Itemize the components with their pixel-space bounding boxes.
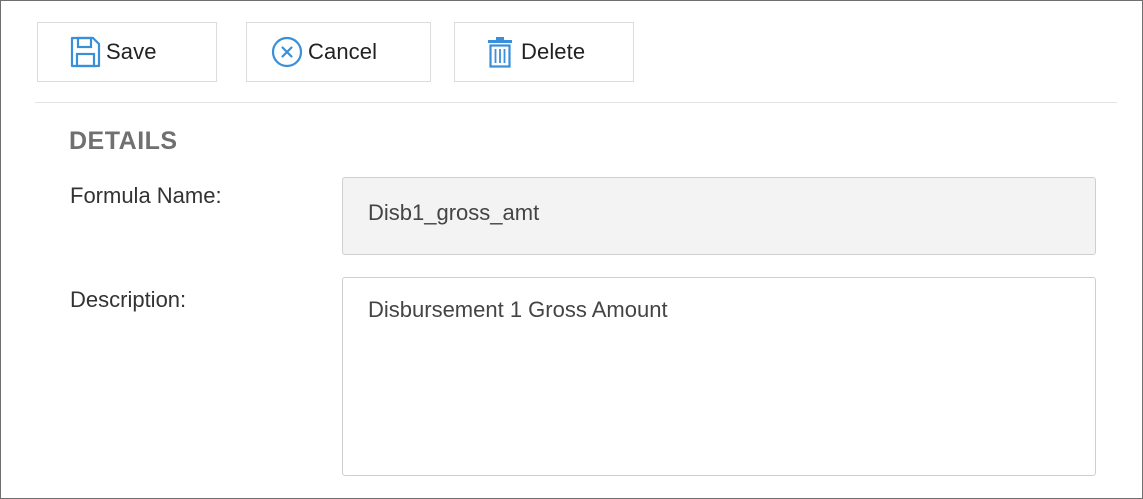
description-field[interactable]: Disbursement 1 Gross Amount	[342, 277, 1096, 476]
save-button-label: Save	[106, 39, 157, 64]
delete-button[interactable]: Delete	[454, 22, 634, 82]
delete-button-label: Delete	[521, 39, 586, 64]
cancel-button-label: Cancel	[308, 39, 378, 64]
section-title: DETAILS	[69, 127, 178, 155]
formula-name-label: Formula Name:	[70, 183, 222, 208]
description-label: Description:	[70, 287, 187, 312]
save-button[interactable]: Save	[37, 22, 217, 82]
floppy-disk-icon	[68, 35, 102, 69]
circle-x-icon	[270, 35, 304, 69]
cancel-button[interactable]: Cancel	[246, 22, 431, 82]
formula-name-field: Disb1_gross_amt	[342, 177, 1096, 255]
toolbar-divider	[35, 102, 1117, 103]
details-panel: Save Cancel Delete DETAILS Formula Name:…	[0, 0, 1143, 499]
trash-can-icon	[483, 35, 517, 69]
